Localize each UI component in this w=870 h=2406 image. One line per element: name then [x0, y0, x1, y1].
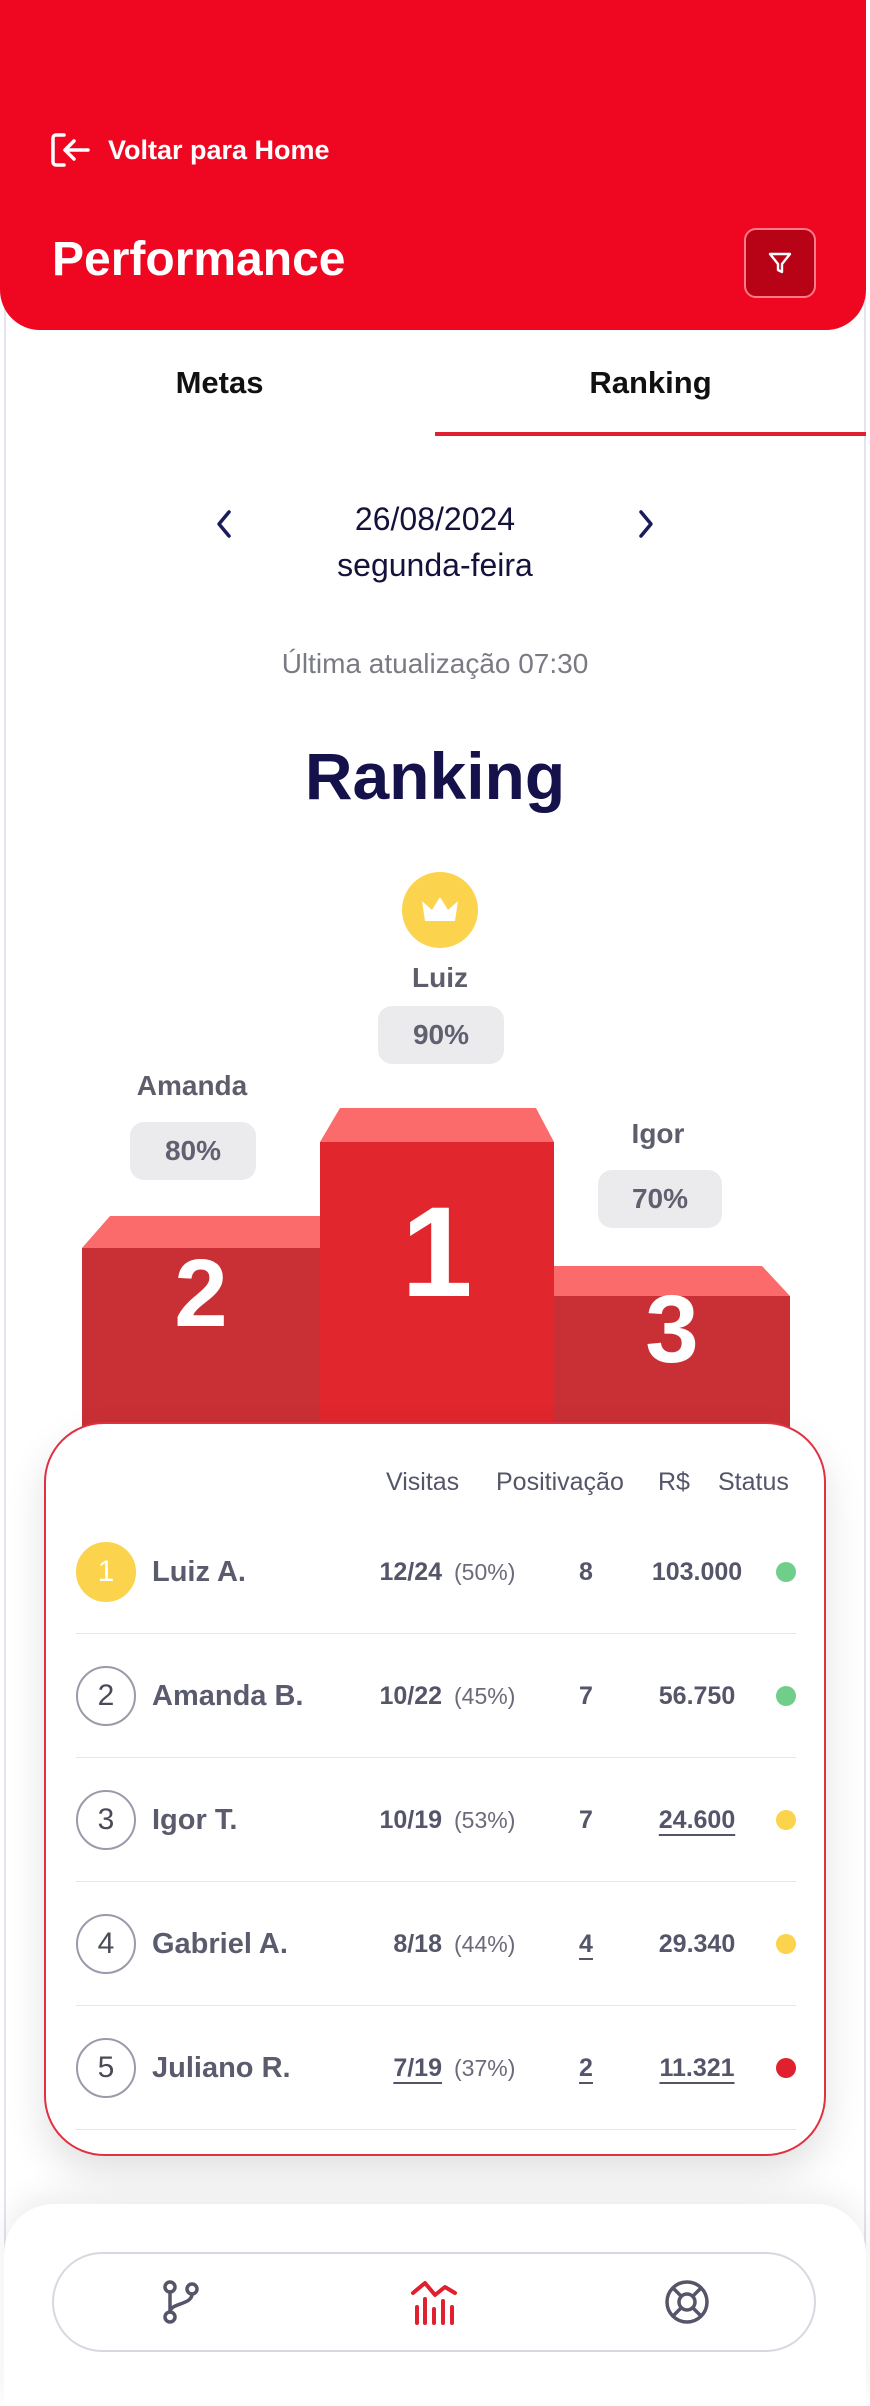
tab-metas[interactable]: Metas [4, 330, 435, 436]
seller-name: Igor T. [152, 1803, 238, 1836]
current-date: 26/08/2024 [354, 501, 516, 537]
tab-bar: Metas Ranking [4, 330, 866, 436]
seller-name: Amanda B. [152, 1679, 304, 1712]
header: Voltar para Home Performance [0, 0, 866, 330]
date-display: 26/08/2024 segunda-feira [337, 496, 533, 588]
header-visitas: Visitas [386, 1468, 460, 1496]
header-status: Status [718, 1468, 789, 1496]
rank-badge: 2 [76, 1666, 136, 1726]
chevron-left-icon [217, 510, 231, 538]
header-rs: R$ [658, 1468, 690, 1496]
back-home-link[interactable]: Voltar para Home [50, 130, 330, 170]
table-row[interactable]: 4 Gabriel A. 8/18 (44%) 4 29.340 [76, 1882, 796, 2006]
visits-percent: (45%) [454, 1682, 516, 1709]
podium-second-number: 2 [174, 1240, 227, 1347]
status-indicator [776, 1510, 796, 1634]
podium-third-block: 3 [554, 1266, 790, 1440]
status-dot-red [776, 2058, 796, 2078]
podium-third-number: 3 [645, 1276, 698, 1383]
visits-value[interactable]: 7/19 [322, 2006, 442, 2130]
positivation-value: 7 [579, 1805, 593, 1834]
visits-value: 12/24 [379, 1557, 442, 1586]
table-row[interactable]: 2 Amanda B. 10/22 (45%) 7 56.750 [76, 1634, 796, 1758]
podium-second-name: Amanda [136, 1070, 248, 1101]
visits-percent: (53%) [454, 1806, 516, 1833]
seller-name: Gabriel A. [152, 1927, 288, 1960]
last-update-text: Última atualização 07:30 [281, 648, 589, 679]
podium: 2 3 1 [82, 1108, 790, 1440]
current-weekday: segunda-feira [337, 547, 533, 583]
status-indicator [776, 1758, 796, 1882]
filter-button[interactable] [744, 228, 816, 298]
ranking-table-card: Visitas Positivação R$ Status 1 Luiz A. … [44, 1422, 826, 2156]
visits-percent: (44%) [454, 1930, 516, 1957]
header-positivacao: Positivação [496, 1468, 624, 1496]
positivation-value[interactable]: 4 [556, 1882, 616, 2006]
money-link[interactable]: 11.321 [659, 2054, 734, 2083]
positivation-value: 7 [579, 1681, 593, 1710]
rank-badge: 3 [76, 1790, 136, 1850]
visits-value: 10/22 [379, 1681, 442, 1710]
status-dot-green [776, 1562, 796, 1582]
podium-first-percent: 90% [378, 1006, 504, 1064]
nav-support-button[interactable] [652, 2267, 722, 2337]
status-indicator [776, 1634, 796, 1758]
positivation-link[interactable]: 2 [579, 2054, 593, 2083]
date-navigator: 26/08/2024 segunda-feira [200, 500, 670, 600]
seller-name: Juliano R. [152, 2051, 291, 2084]
visits-value: 10/19 [379, 1805, 442, 1834]
next-date-button[interactable] [622, 500, 670, 548]
page-title: Performance [52, 233, 346, 286]
positivation-link[interactable]: 4 [579, 1930, 593, 1959]
status-dot-green [776, 1686, 796, 1706]
back-home-label: Voltar para Home [108, 134, 330, 165]
status-indicator [776, 1882, 796, 2006]
podium-first-number: 1 [401, 1181, 472, 1324]
money-value[interactable]: 11.321 [616, 2006, 778, 2130]
podium-first-name: Luiz [412, 962, 468, 993]
money-value[interactable]: 24.600 [616, 1758, 778, 1882]
rank-badge: 4 [76, 1914, 136, 1974]
status-dot-yellow [776, 1934, 796, 1954]
ranking-title: Ranking [304, 739, 566, 813]
table-row[interactable]: 5 Juliano R. 7/19 (37%) 2 11.321 [76, 2006, 796, 2130]
visits-percent: (37%) [454, 2054, 516, 2081]
crown-badge [402, 872, 478, 948]
visits-link[interactable]: 7/19 [393, 2054, 442, 2083]
money-link[interactable]: 24.600 [659, 1806, 735, 1835]
git-branch-icon [162, 2280, 199, 2324]
visits-percent: (50%) [454, 1558, 516, 1585]
money-value: 103.000 [651, 1557, 743, 1586]
rank-badge: 5 [76, 2038, 136, 2098]
visits-value: 8/18 [393, 1929, 442, 1958]
nav-performance-button[interactable] [399, 2267, 469, 2337]
positivation-value[interactable]: 2 [556, 2006, 616, 2130]
exit-arrow-icon [51, 133, 90, 167]
status-indicator [776, 2006, 796, 2130]
podium-first-block: 1 [320, 1108, 554, 1440]
filter-icon [768, 252, 792, 274]
crown-icon [422, 897, 458, 921]
lifebuoy-icon [665, 2280, 710, 2324]
bottom-navigation [52, 2252, 816, 2352]
table-row[interactable]: 3 Igor T. 10/19 (53%) 7 24.600 [76, 1758, 796, 1882]
positivation-value: 8 [579, 1557, 593, 1586]
podium-second-block: 2 [82, 1216, 320, 1440]
table-row[interactable]: 1 Luiz A. 12/24 (50%) 8 103.000 [76, 1510, 796, 1634]
tab-ranking[interactable]: Ranking [435, 330, 866, 436]
status-dot-yellow [776, 1810, 796, 1830]
money-value: 29.340 [658, 1929, 736, 1958]
seller-name: Luiz A. [152, 1555, 246, 1588]
nav-routes-button[interactable] [146, 2267, 216, 2337]
prev-date-button[interactable] [200, 500, 248, 548]
chevron-right-icon [639, 510, 653, 538]
rank-badge: 1 [76, 1542, 136, 1602]
money-value: 56.750 [658, 1681, 736, 1710]
chart-icon [410, 2281, 457, 2325]
